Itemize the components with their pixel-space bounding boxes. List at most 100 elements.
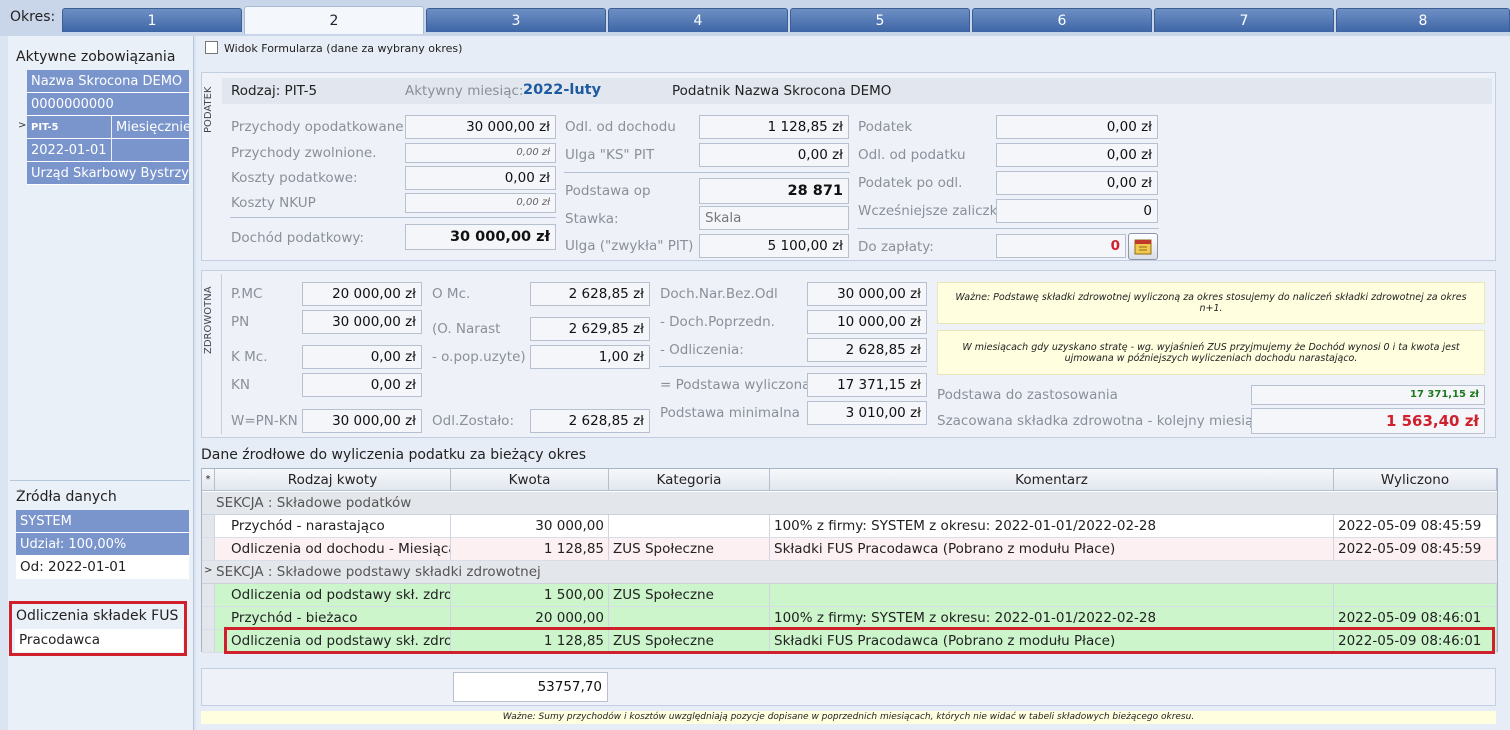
w-label: W=PN-KN bbox=[231, 413, 298, 429]
obligation-type[interactable]: PIT-5 bbox=[27, 116, 111, 139]
koszty-field[interactable]: 0,00 zł bbox=[405, 166, 556, 190]
dochnar-field[interactable]: 30 000,00 zł bbox=[807, 282, 927, 306]
grid-header-wyliczono[interactable]: Wyliczono bbox=[1334, 469, 1497, 491]
grid-total-field[interactable]: 53757,70 bbox=[453, 672, 608, 702]
odliczenia-label: - Odliczenia: bbox=[660, 342, 744, 358]
source-od[interactable]: Od: 2022-01-01 bbox=[16, 556, 189, 579]
cell-kwota: 1 128,85 bbox=[451, 538, 609, 561]
zdrowotna-note-2: W miesiącach gdy uzyskano stratę - wg. w… bbox=[937, 330, 1485, 375]
szac-label: Szacowana składka zdrowotna - kolejny mi… bbox=[937, 413, 1261, 429]
omc-field[interactable]: 2 628,85 zł bbox=[530, 282, 650, 306]
wczesniejsze-label: Wcześniejsze zaliczki bbox=[858, 203, 1002, 219]
tab-period-7[interactable]: 7 bbox=[1154, 8, 1334, 32]
obligation-empty[interactable] bbox=[112, 139, 189, 162]
table-row[interactable]: Odliczenia od dochodu - Miesiąca 1 128,8… bbox=[202, 538, 1497, 561]
form-view-label[interactable]: Widok Formularza (dane za wybrany okres) bbox=[224, 42, 462, 55]
tab-period-5[interactable]: 5 bbox=[790, 8, 970, 32]
cell-komentarz bbox=[770, 584, 1334, 607]
wczesniejsze-field[interactable]: 0 bbox=[996, 199, 1158, 223]
highlighted-row-frame bbox=[224, 627, 1495, 654]
grid-section-podatki[interactable]: SEKCJA : Składowe podatków bbox=[202, 492, 1497, 515]
szac-field[interactable]: 1 563,40 zł bbox=[1251, 408, 1485, 434]
opop-field[interactable]: 1,00 zł bbox=[530, 345, 650, 369]
w-field[interactable]: 30 000,00 zł bbox=[302, 409, 422, 433]
pmc-field[interactable]: 20 000,00 zł bbox=[302, 282, 422, 306]
grid-header-komentarz[interactable]: Komentarz bbox=[770, 469, 1334, 491]
cell-kategoria: ZUS Społeczne bbox=[609, 538, 770, 561]
przychody-zw-label: Przychody zwolnione. bbox=[231, 145, 377, 161]
tab-period-3[interactable]: 3 bbox=[426, 8, 606, 32]
grid-header-kwota[interactable]: Kwota bbox=[451, 469, 609, 491]
rodzaj-label: Rodzaj: PIT-5 bbox=[231, 83, 318, 99]
odl-doch-field[interactable]: 1 128,85 zł bbox=[699, 115, 849, 139]
do-zaplaty-field[interactable]: 0 bbox=[996, 234, 1126, 258]
podatek-field[interactable]: 0,00 zł bbox=[996, 115, 1158, 139]
source-udzial[interactable]: Udział: 100,00% bbox=[16, 533, 189, 556]
row-marker bbox=[202, 607, 215, 630]
stawka-field[interactable]: Skala bbox=[699, 206, 849, 230]
pn-field[interactable]: 30 000,00 zł bbox=[302, 310, 422, 334]
grid-header-rodzaj[interactable]: Rodzaj kwoty bbox=[215, 469, 451, 491]
obligation-office[interactable]: Urząd Skarbowy Bystrzy bbox=[27, 162, 189, 185]
odliczenia-field[interactable]: 2 628,85 zł bbox=[807, 338, 927, 362]
table-row[interactable]: Odliczenia od podstawy skł. zdrowotnej 1… bbox=[202, 584, 1497, 607]
kn-field[interactable]: 0,00 zł bbox=[302, 373, 422, 397]
opop-label: - o.pop.uzyte) bbox=[432, 349, 526, 365]
przychody-opod-field[interactable]: 30 000,00 zł bbox=[405, 115, 556, 139]
obligation-name[interactable]: Nazwa Skrocona DEMO bbox=[27, 70, 189, 93]
grid-header-kategoria[interactable]: Kategoria bbox=[609, 469, 770, 491]
row-marker bbox=[202, 515, 215, 538]
podstawa-op-field[interactable]: 28 871 bbox=[699, 178, 849, 204]
podstawa-op-label: Podstawa op bbox=[565, 183, 651, 199]
odl-zost-field[interactable]: 2 628,85 zł bbox=[530, 409, 650, 433]
obligation-period[interactable]: Miesięcznie bbox=[112, 116, 189, 139]
pod-po-odl-field[interactable]: 0,00 zł bbox=[996, 171, 1158, 195]
podst-wyl-label: = Podstawa wyliczona bbox=[660, 377, 811, 393]
dochod-field[interactable]: 30 000,00 zł bbox=[405, 224, 556, 250]
payment-calendar-button[interactable] bbox=[1128, 233, 1158, 260]
obligation-nip[interactable]: 0000000000 bbox=[27, 93, 189, 116]
obligation-date[interactable]: 2022-01-01 bbox=[27, 139, 111, 162]
podatek-label: Podatek bbox=[858, 119, 913, 135]
stawka-label: Stawka: bbox=[565, 211, 619, 227]
cell-kwota: 1 500,00 bbox=[451, 584, 609, 607]
aktywny-label: Aktywny miesiąc: bbox=[405, 83, 524, 99]
table-row[interactable]: Przychód - narastająco 30 000,00 100% z … bbox=[202, 515, 1497, 538]
form-view-icon bbox=[205, 41, 218, 54]
grid-title: Dane źrodłowe do wyliczenia podatku za b… bbox=[201, 447, 587, 463]
odl-pod-field[interactable]: 0,00 zł bbox=[996, 143, 1158, 167]
left-divider bbox=[10, 480, 190, 481]
zdrowotna-sep bbox=[659, 366, 927, 367]
podst-wyl-field[interactable]: 17 371,15 zł bbox=[807, 373, 927, 397]
kmc-field[interactable]: 0,00 zł bbox=[302, 345, 422, 369]
ulga-zw-label: Ulga ("zwykła" PIT) bbox=[565, 238, 694, 254]
tab-period-2[interactable]: 2 bbox=[244, 6, 424, 34]
ulga-zw-field[interactable]: 5 100,00 zł bbox=[699, 234, 849, 258]
tab-period-4[interactable]: 4 bbox=[608, 8, 788, 32]
podst-min-label: Podstawa minimalna bbox=[660, 405, 800, 421]
zdrowotna-section-label: ZDROWOTNA bbox=[203, 286, 214, 354]
grid-footer bbox=[201, 668, 1496, 706]
tab-period-8[interactable]: 8 bbox=[1336, 8, 1510, 32]
podatek-sep-1 bbox=[230, 217, 556, 218]
tab-period-1[interactable]: 1 bbox=[62, 8, 242, 32]
podst-min-field[interactable]: 3 010,00 zł bbox=[807, 401, 927, 425]
przychody-zw-field[interactable]: 0,00 zł bbox=[405, 143, 556, 163]
podst-zast-field[interactable]: 17 371,15 zł bbox=[1251, 385, 1485, 405]
fus-value[interactable]: Pracodawca bbox=[15, 629, 183, 652]
przychody-opod-label: Przychody opodatkowane: bbox=[231, 119, 409, 135]
odl-zost-label: Odl.Zostało: bbox=[432, 413, 514, 429]
aktywne-title: Aktywne zobowiązania bbox=[16, 49, 176, 65]
tab-period-6[interactable]: 6 bbox=[972, 8, 1152, 32]
grid-section-zdrowotna[interactable]: SEKCJA : Składowe podstawy składki zdrow… bbox=[202, 561, 1497, 584]
ulga-ks-field[interactable]: 0,00 zł bbox=[699, 143, 849, 167]
pn-label: PN bbox=[231, 314, 250, 330]
dochpop-field[interactable]: 10 000,00 zł bbox=[807, 310, 927, 334]
source-system[interactable]: SYSTEM bbox=[16, 510, 189, 533]
cell-kategoria: ZUS Społeczne bbox=[609, 584, 770, 607]
koszty-nkup-field[interactable]: 0,00 zł bbox=[405, 193, 556, 213]
omc-label: O Mc. bbox=[432, 286, 471, 302]
onarast-field[interactable]: 2 629,85 zł bbox=[530, 317, 650, 341]
aktywny-value: 2022-luty bbox=[523, 82, 602, 98]
cell-kwota: 30 000,00 bbox=[451, 515, 609, 538]
